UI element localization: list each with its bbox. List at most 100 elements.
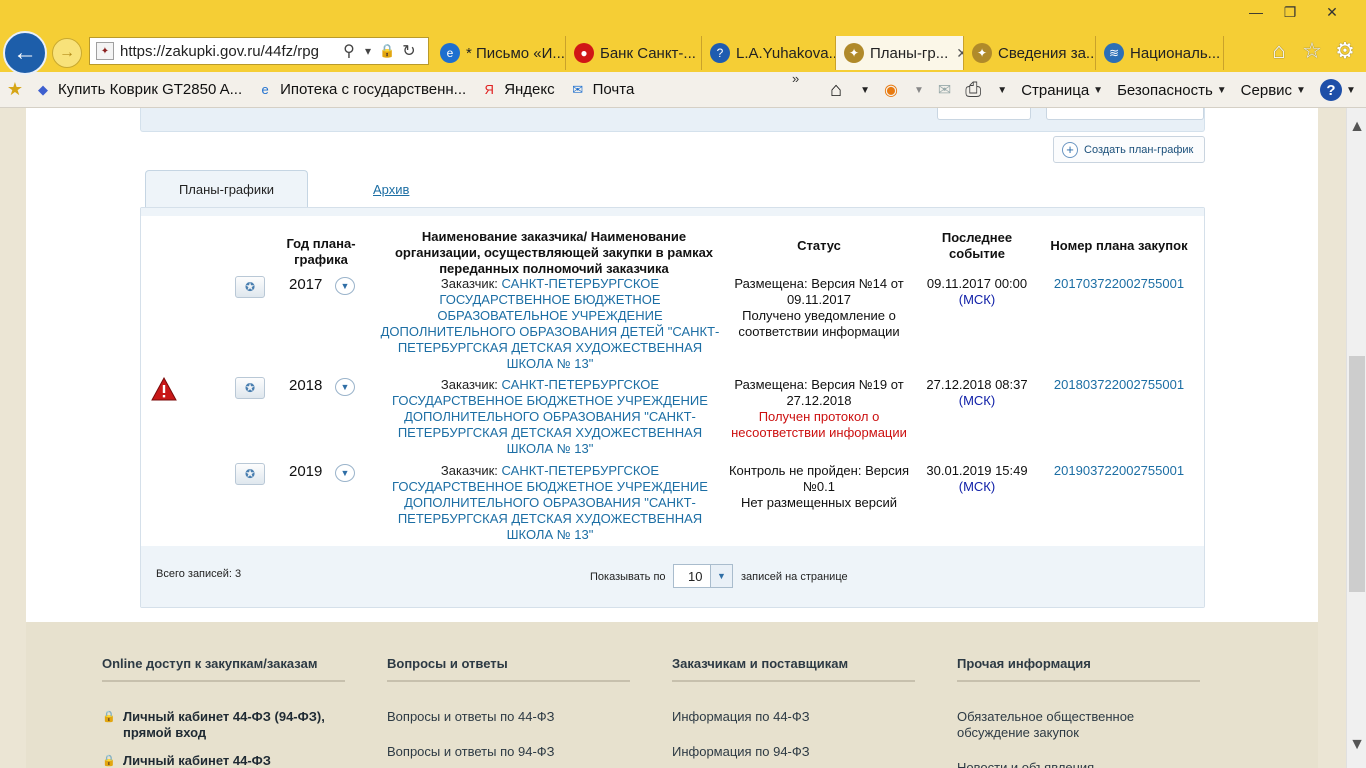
per-page-select[interactable]: 10 ▼ (673, 564, 733, 588)
plan-card-icon[interactable]: ✪ (235, 276, 265, 298)
footer-link[interactable]: Вопросы и ответы по 44-ФЗ (387, 709, 630, 725)
cmd-help-button[interactable]: ? ▼ (1319, 79, 1356, 101)
cmd-safety-menu[interactable]: Безопасность ▼ (1117, 82, 1227, 99)
cmd-print-button[interactable]: ⎙ ▼ (965, 79, 1007, 102)
cmd-tools-menu[interactable]: Сервис ▼ (1241, 82, 1306, 99)
browser-tab[interactable]: e * Письмо «И... (432, 36, 566, 70)
read-mail-icon: ✉ (937, 82, 952, 99)
footer-link-label: Личный кабинет 44-ФЗ (123, 753, 271, 768)
footer-link[interactable]: 🔒 Личный кабинет 44-ФЗ (94-ФЗ), прямой вх… (102, 709, 345, 741)
minimize-button[interactable]: — (1238, 0, 1274, 24)
tab-favicon-icon: ✦ (972, 43, 992, 63)
browser-tab[interactable]: ● Банк Санкт-... (566, 36, 702, 70)
refresh-icon[interactable]: ↻ (401, 41, 417, 61)
status-cell: Размещена: Версия №14 от 09.11.2017 Получ… (721, 276, 917, 340)
customer-prefix: Заказчик: (440, 463, 502, 478)
footer-column: Заказчикам и поставщикам Информация по 44… (672, 656, 915, 760)
chevron-down-icon[interactable]: ▼ (335, 464, 355, 482)
footer-link-label: Информация по 44-ФЗ (672, 709, 810, 724)
tab-close-icon[interactable]: ✕ (956, 45, 963, 62)
tab-archive[interactable]: Архив (373, 182, 409, 197)
browser-tab[interactable]: ? L.A.Yuhakova... (702, 36, 836, 70)
event-time: 09.11.2017 00:00 (926, 276, 1028, 291)
search-icon[interactable]: ⚲ (341, 41, 357, 61)
footer-column: Online доступ к закупкам/заказам 🔒 Личный … (102, 656, 345, 768)
event-timezone: (МСК) (958, 292, 996, 307)
favorite-link[interactable]: Я Яндекс (480, 81, 554, 99)
scroll-down-icon[interactable]: ▼ (1347, 736, 1366, 756)
settings-gear-icon[interactable]: ⚙ (1330, 38, 1360, 64)
customer-link[interactable]: САНКТ-ПЕТЕРБУРГСКОЕ ГОСУДАРСТВЕННОЕ БЮДЖ… (392, 463, 708, 542)
plans-table: Год плана-графика Наименование заказчика… (140, 207, 1205, 608)
browser-tab[interactable]: ≋ Националь... (1096, 36, 1224, 70)
cmd-tools-label: Сервис (1240, 81, 1293, 99)
panel-button[interactable] (937, 108, 1031, 120)
footer-link[interactable]: Информация по 44-ФЗ (672, 709, 915, 725)
scrollbar-thumb[interactable] (1349, 356, 1365, 592)
lock-icon: 🔒 (102, 711, 116, 723)
back-button[interactable]: ← (3, 31, 47, 75)
lock-icon[interactable]: 🔒 (379, 43, 395, 59)
plan-card-icon[interactable]: ✪ (235, 377, 265, 399)
browser-tab[interactable]: ✦ Сведения за... (964, 36, 1096, 70)
plan-number-link[interactable]: 201903722002755001 (1039, 463, 1199, 478)
close-window-button[interactable]: ✕ (1314, 0, 1350, 24)
chevron-down-icon[interactable]: ▼ (335, 277, 355, 295)
footer-link[interactable]: Новости и объявления (957, 760, 1200, 768)
favorite-icon: Я (484, 82, 494, 97)
cmd-home-button[interactable]: ⌂ ▼ (830, 79, 870, 102)
footer-link-label: Обязательное общественное обсуждение зак… (957, 709, 1135, 740)
more-favorites-icon[interactable]: » (792, 71, 799, 86)
browser-tab[interactable]: ✦ Планы-гр... ✕ (836, 36, 964, 70)
panel-button[interactable] (1046, 108, 1204, 120)
cmd-mail-button[interactable]: ✉ (938, 80, 951, 100)
address-bar[interactable]: ✦ https://zakupki.gov.ru/44fz/rpg ⚲ ▾ 🔒 … (89, 37, 429, 65)
tab-title: * Письмо «И... (466, 44, 565, 62)
favorite-link[interactable]: e Ипотека с государственн... (256, 81, 467, 99)
chevron-down-icon[interactable]: ▼ (710, 565, 732, 587)
back-arrow-icon: ← (13, 39, 37, 66)
address-dropdown-icon[interactable]: ▾ (363, 44, 373, 58)
favorite-link[interactable]: ◆ Купить Коврик GT2850 A... (34, 81, 242, 99)
plan-number-link[interactable]: 201703722002755001 (1039, 276, 1199, 291)
maximize-button[interactable]: ❐ (1272, 0, 1308, 24)
print-icon: ⎙ (965, 78, 982, 101)
favorite-link[interactable]: ✉ Почта (569, 81, 634, 99)
cmd-page-menu[interactable]: Страница ▼ (1021, 82, 1103, 99)
customer-link[interactable]: САНКТ-ПЕТЕРБУРГСКОЕ ГОСУДАРСТВЕННОЕ БЮДЖ… (392, 377, 708, 456)
chevron-down-icon[interactable]: ▼ (335, 378, 355, 396)
tab-plans[interactable]: Планы-графики (145, 170, 308, 208)
rss-feed-icon: ◉ (884, 82, 898, 99)
cmd-rss-button[interactable]: ◉ ▼ (884, 80, 924, 100)
plan-number-link[interactable]: 201803722002755001 (1039, 377, 1199, 392)
chevron-down-icon: ▼ (1093, 84, 1104, 96)
add-favorite-star-icon[interactable]: ★ (6, 79, 24, 99)
customer-cell: Заказчик: САНКТ-ПЕТЕРБУРГСКОЕ ГОСУДАРСТВ… (377, 276, 723, 372)
favorite-icon: e (261, 82, 269, 97)
favorites-list: ◆ Купить Коврик GT2850 A... e Ипотека с гос… (34, 81, 648, 99)
plan-year: 2018 (289, 377, 323, 394)
tab-title: L.A.Yuhakova... (736, 44, 836, 62)
footer-link[interactable]: Обязательное общественное обсуждение зак… (957, 709, 1200, 741)
last-event-cell: 27.12.2018 08:37 (МСК) (919, 377, 1035, 409)
create-plan-button[interactable]: + Создать план-график (1053, 136, 1205, 163)
last-event-cell: 09.11.2017 00:00 (МСК) (919, 276, 1035, 308)
footer-link[interactable]: 🔒 Личный кабинет 44-ФЗ (102, 753, 345, 768)
vertical-scrollbar[interactable]: ▲ ▼ (1346, 108, 1366, 768)
favorites-star-icon[interactable]: ☆ (1297, 38, 1327, 64)
footer-link[interactable]: Вопросы и ответы по 94-ФЗ (387, 744, 630, 760)
customer-link[interactable]: САНКТ-ПЕТЕРБУРГСКОЕ ГОСУДАРСТВЕННОЕ БЮДЖ… (381, 276, 720, 371)
plan-card-icon[interactable]: ✪ (235, 463, 265, 485)
home-icon[interactable]: ⌂ (1264, 38, 1294, 64)
cmd-page-label: Страница (1021, 81, 1090, 99)
tab-title: Националь... (1130, 44, 1221, 62)
header-status: Статус (797, 238, 841, 253)
chevron-down-icon: ▼ (997, 84, 1008, 96)
chevron-down-icon: ▼ (1216, 84, 1227, 96)
url-text[interactable]: https://zakupki.gov.ru/44fz/rpg (120, 43, 335, 60)
favorites-bar: ★ ◆ Купить Коврик GT2850 A... e Ипотека с г… (0, 71, 1366, 108)
forward-button[interactable]: → (52, 38, 82, 68)
chevron-down-icon: ▼ (913, 84, 924, 96)
scroll-up-icon[interactable]: ▲ (1347, 118, 1366, 138)
footer-link[interactable]: Информация по 94-ФЗ (672, 744, 915, 760)
